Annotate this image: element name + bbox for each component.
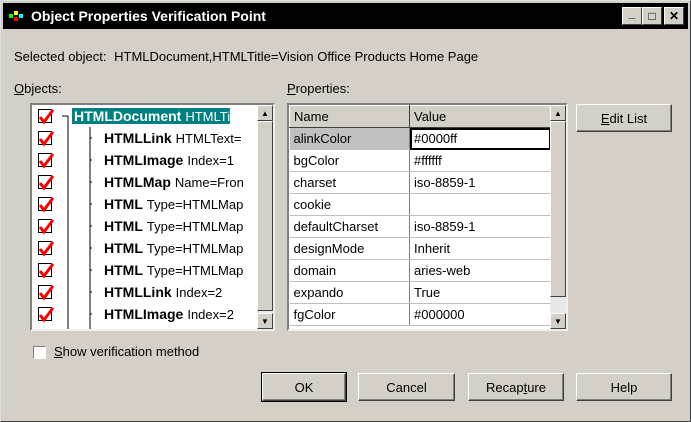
close-button[interactable]: ✕ [664, 7, 684, 25]
property-name: designMode [289, 237, 410, 260]
app-icon [9, 9, 25, 23]
property-value[interactable]: iso-8859-1 [409, 171, 551, 194]
property-row[interactable]: defaultCharset iso-8859-1 [289, 215, 551, 238]
properties-grid[interactable]: Name Value alinkColor #0000ff bgColor #ffff… [287, 103, 568, 331]
property-name: fgColor [289, 303, 410, 326]
property-value[interactable]: #000000 [409, 303, 551, 326]
recapture-button[interactable]: Recapture [468, 373, 564, 401]
tree-item-label: HTMLLink HTMLText= [104, 130, 242, 146]
dialog-window: Object Properties Verification Point _ □… [0, 0, 691, 422]
edit-list-button[interactable]: Edit List [576, 104, 672, 132]
help-button[interactable]: Help [576, 373, 672, 401]
minimize-button[interactable]: _ [622, 7, 642, 25]
property-name: expando [289, 281, 410, 304]
arrow-down-icon: ▼ [554, 316, 562, 326]
checkmark-icon[interactable] [38, 131, 54, 147]
tree-item[interactable]: HTMLDocument HTMLTi [32, 105, 231, 127]
tree-item-label: HTML Type=HTMLMap [104, 196, 244, 212]
tree-item-label: HTML Type=HTMLMap [104, 218, 244, 234]
close-icon: ✕ [668, 9, 680, 23]
property-name: bgColor [289, 149, 410, 172]
arrow-up-icon: ▲ [261, 108, 269, 118]
property-value[interactable]: iso-8859-1 [409, 215, 551, 238]
minimize-icon: _ [628, 6, 636, 20]
property-row[interactable]: charset iso-8859-1 [289, 171, 551, 194]
tree-item[interactable]: HTML Type=HTMLMap [32, 259, 243, 281]
show-verification-checkbox[interactable] [33, 346, 46, 359]
property-value[interactable]: #0000ff [409, 127, 551, 150]
property-name: charset [289, 171, 410, 194]
property-value[interactable] [409, 193, 551, 216]
column-header-name[interactable]: Name [289, 105, 410, 128]
scroll-thumb[interactable] [550, 121, 566, 297]
tree-item-label: HTMLDocument HTMLTi [72, 108, 231, 124]
property-row[interactable]: designMode Inherit [289, 237, 551, 260]
checkmark-icon[interactable] [38, 263, 54, 279]
selected-object-value: HTMLDocument,HTMLTitle=Vision Office Pro… [114, 49, 479, 64]
property-value[interactable]: True [409, 281, 551, 304]
properties-label: Properties: [287, 81, 350, 96]
tree-item-label: HTMLLink Index=2 [104, 284, 223, 300]
scroll-down-button[interactable]: ▼ [550, 313, 566, 329]
checkmark-icon[interactable] [38, 109, 54, 125]
tree-item-label: HTML Type=HTMLMap [104, 240, 244, 256]
property-row[interactable]: cookie [289, 193, 551, 216]
property-value[interactable]: #ffffff [409, 149, 551, 172]
tree-item-label: HTMLImage Index=2 [104, 306, 234, 322]
property-name: domain [289, 259, 410, 282]
property-row[interactable]: alinkColor #0000ff [289, 127, 551, 150]
property-value[interactable]: Inherit [409, 237, 551, 260]
scroll-up-button[interactable]: ▲ [257, 105, 273, 121]
property-value[interactable]: aries-web [409, 259, 551, 282]
title-bar[interactable]: Object Properties Verification Point _ □… [3, 3, 688, 29]
tree-item-label: HTMLMap Name=Fron [104, 174, 244, 190]
column-header-value[interactable]: Value [409, 105, 551, 128]
tree-item-label: HTMLImage Index=1 [104, 152, 234, 168]
tree-item[interactable]: HTML Type=HTMLMap [32, 215, 243, 237]
property-name: alinkColor [289, 127, 410, 150]
arrow-down-icon: ▼ [261, 316, 269, 326]
objects-label: Objects: [14, 81, 62, 96]
property-row[interactable]: domain aries-web [289, 259, 551, 282]
objects-tree[interactable]: HTMLDocument HTMLTi HTMLLink HTMLText= HTMLI… [30, 103, 275, 331]
properties-scrollbar[interactable]: ▲ ▼ [550, 105, 566, 329]
ok-button[interactable]: OK [261, 372, 347, 402]
property-row[interactable]: expando True [289, 281, 551, 304]
property-row[interactable]: bgColor #ffffff [289, 149, 551, 172]
tree-item[interactable]: HTMLLink Index=2 [32, 281, 222, 303]
selected-object-label: Selected object: HTMLDocument,HTMLTitle=… [14, 49, 478, 64]
property-row[interactable]: fgColor #000000 [289, 303, 551, 326]
tree-item[interactable]: HTMLLink HTMLText= [32, 127, 242, 149]
checkmark-icon[interactable] [38, 219, 54, 235]
tree-item[interactable]: HTML Type=HTMLMap [32, 193, 243, 215]
maximize-button[interactable]: □ [642, 7, 662, 25]
checkmark-icon[interactable] [38, 241, 54, 257]
property-name: cookie [289, 193, 410, 216]
arrow-up-icon: ▲ [554, 108, 562, 118]
tree-item[interactable]: HTML Type=HTMLMap [32, 237, 243, 259]
tree-item[interactable]: HTMLImage Index=2 [32, 303, 234, 325]
checkmark-icon[interactable] [38, 153, 54, 169]
checkmark-icon[interactable] [38, 175, 54, 191]
tree-lines [62, 115, 92, 329]
objects-scrollbar[interactable]: ▲ ▼ [257, 105, 273, 329]
tree-item[interactable]: HTMLImage Index=1 [32, 149, 234, 171]
window-title: Object Properties Verification Point [31, 8, 266, 24]
checkmark-icon[interactable] [38, 285, 54, 301]
scroll-up-button[interactable]: ▲ [550, 105, 566, 121]
scroll-thumb[interactable] [257, 121, 273, 311]
selected-object-caption: Selected object: [14, 49, 107, 64]
scroll-down-button[interactable]: ▼ [257, 313, 273, 329]
show-verification-label[interactable]: Show verification method [54, 344, 199, 359]
cancel-button[interactable]: Cancel [358, 373, 455, 401]
properties-table: Name Value alinkColor #0000ff bgColor #ffff… [289, 105, 551, 326]
tree-item[interactable]: HTMLMap Name=Fron [32, 171, 244, 193]
checkmark-icon[interactable] [38, 307, 54, 323]
property-name: defaultCharset [289, 215, 410, 238]
checkmark-icon[interactable] [38, 197, 54, 213]
maximize-icon: □ [648, 9, 656, 23]
tree-item-label: HTML Type=HTMLMap [104, 262, 244, 278]
